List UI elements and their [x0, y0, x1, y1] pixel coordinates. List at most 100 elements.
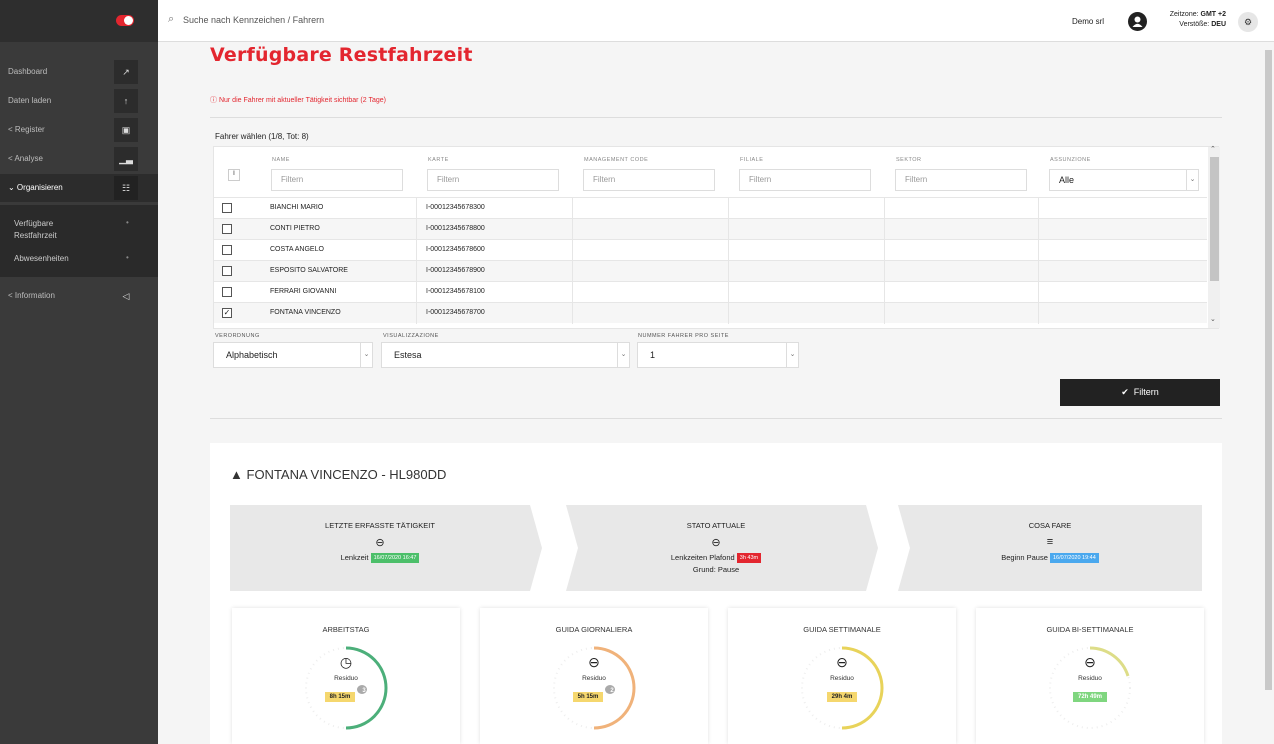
sidebar: Dashboard ↗ Daten laden ↑ < Register ▣ <…	[0, 0, 158, 744]
timezone-info: Zeitzone: GMT +2 Verstöße: DEU	[1156, 10, 1226, 30]
row-card: I-00012345678300	[426, 204, 485, 211]
submenu-item-restfahrzeit[interactable]: Verfügbare Restfahrzeit	[14, 218, 94, 242]
divider	[210, 418, 1222, 419]
gauge-guida-giornaliera: GUIDA GIORNALIERA ⊖ Residuo 5h 15m2	[480, 608, 708, 744]
row-card: I-00012345678800	[426, 225, 485, 232]
sitemap-icon: ☷	[114, 176, 138, 200]
table-row[interactable]: COSTA ANGELO I-00012345678600	[214, 239, 1207, 261]
gauge-title: ARBEITSTAG	[322, 625, 370, 634]
gauge-residual-label: Residuo	[1078, 675, 1102, 682]
settings-button[interactable]: ⚙	[1238, 12, 1258, 32]
view-label: VISUALIZZAZIONE	[383, 333, 439, 339]
column-header-management-code[interactable]: MANAGEMENT CODE	[584, 157, 648, 163]
chevron-up-icon[interactable]: ⌃	[1210, 145, 1216, 153]
filter-karte-input[interactable]: Filtern	[427, 169, 559, 191]
order-label: VERORDNUNG	[215, 333, 260, 339]
gauge-value: 5h 15m2	[480, 685, 708, 703]
page-scrollbar-thumb[interactable]	[1265, 50, 1272, 690]
row-checkbox-checked[interactable]: ✓	[222, 308, 232, 318]
driver-card: ▲ FONTANA VINCENZO - HL980DD LETZTE ERFA…	[210, 443, 1222, 744]
filter-sektor-input[interactable]: Filtern	[895, 169, 1027, 191]
sidebar-item-daten-laden[interactable]: Daten laden ↑	[0, 87, 158, 115]
row-checkbox[interactable]	[222, 266, 232, 276]
table-scrollbar[interactable]: ⌃ ⌄	[1208, 145, 1220, 328]
perpage-select[interactable]: 1 ⌄	[637, 342, 799, 368]
filter-assunzione-select[interactable]: Alle ⌄	[1049, 169, 1199, 191]
avatar[interactable]	[1128, 12, 1147, 31]
filter-button-label: Filtern	[1133, 387, 1159, 397]
sidebar-item-dashboard[interactable]: Dashboard ↗	[0, 58, 158, 86]
stage-line: Beginn Pause 16/07/2020 19:44	[898, 553, 1202, 564]
sidebar-submenu: Verfügbare Restfahrzeit • Abwesenheiten …	[0, 205, 158, 277]
gear-icon: ⚙	[1243, 16, 1253, 27]
row-card: I-00012345678600	[426, 246, 485, 253]
table-row[interactable]: FERRARI GIOVANNI I-00012345678100	[214, 281, 1207, 303]
stage-title: COSA FARE	[1028, 521, 1072, 530]
arrow-notch	[566, 505, 578, 591]
row-checkbox[interactable]	[222, 245, 232, 255]
filter-name-input[interactable]: Filtern	[271, 169, 403, 191]
order-select[interactable]: Alphabetisch ⌄	[213, 342, 373, 368]
user-name[interactable]: Demo srl	[1072, 17, 1104, 26]
notice: ⓘ Nur die Fahrer mit aktueller Tätigkeit…	[210, 95, 386, 105]
row-name: COSTA ANGELO	[270, 246, 324, 253]
driver-title: ▲ FONTANA VINCENZO - HL980DD	[230, 467, 446, 482]
gauge-value-badge: 72h 49m	[1072, 692, 1107, 702]
sidebar-item-organisieren[interactable]: ⌄ Organisieren ☷	[0, 174, 158, 202]
row-checkbox[interactable]	[222, 224, 232, 234]
gauge-count: 2	[605, 685, 616, 694]
select-all-checkbox[interactable]: I	[228, 169, 240, 181]
filter-button[interactable]: ✔ Filtern	[1060, 379, 1220, 406]
filter-management-code-input[interactable]: Filtern	[583, 169, 715, 191]
date-badge: 16/07/2020 16:47	[370, 553, 420, 564]
sidebar-item-register[interactable]: < Register ▣	[0, 116, 158, 144]
column-header-karte[interactable]: KARTE	[428, 157, 449, 163]
scrollbar-thumb[interactable]	[1210, 157, 1219, 281]
view-select[interactable]: Estesa ⌄	[381, 342, 630, 368]
filter-assunzione-value: Alle	[1059, 175, 1075, 185]
violations-value: DEU	[1211, 21, 1226, 28]
table-row[interactable]: BIANCHI MARIO I-00012345678300	[214, 197, 1207, 219]
table-row[interactable]: ESPOSITO SALVATORE I-00012345678900	[214, 260, 1207, 282]
book-icon: ▣	[114, 118, 138, 142]
table-row[interactable]: CONTI PIETRO I-00012345678800	[214, 218, 1207, 240]
stage-line: Lenkzeit 16/07/2020 16:47	[230, 553, 530, 564]
search-input[interactable]: Suche nach Kennzeichen / Fahrern	[183, 15, 324, 25]
column-header-filiale[interactable]: FILIALE	[740, 157, 763, 163]
theme-toggle[interactable]	[116, 15, 134, 26]
perpage-label: NUMMER FAHRER PRO SEITE	[638, 333, 729, 339]
perpage-value: 1	[650, 350, 656, 360]
table-row[interactable]: ✓ FONTANA VINCENZO I-00012345678700	[214, 302, 1207, 324]
sidebar-item-information[interactable]: < Information ◁	[0, 282, 158, 310]
search-icon: ⌕	[168, 13, 175, 25]
megaphone-icon: ◁	[122, 290, 130, 301]
column-header-sektor[interactable]: SEKTOR	[896, 157, 922, 163]
row-checkbox[interactable]	[222, 287, 232, 297]
row-checkbox[interactable]	[222, 203, 232, 213]
topbar: ⌕ Suche nach Kennzeichen / Fahrern Demo …	[158, 0, 1274, 42]
row-name: BIANCHI MARIO	[270, 204, 324, 211]
steering-wheel-icon: ⊖	[588, 654, 600, 670]
gauge-guida-settimanale: GUIDA SETTIMANALE ⊖ Residuo 29h 4m	[728, 608, 956, 744]
column-header-name[interactable]: NAME	[272, 157, 290, 163]
sidebar-item-label: < Analyse	[8, 154, 43, 163]
chevron-down-icon[interactable]: ⌄	[1210, 315, 1216, 323]
sidebar-item-label: Dashboard	[8, 67, 48, 76]
bullet-icon: •	[126, 218, 129, 227]
sidebar-item-analyse[interactable]: < Analyse ▁▃	[0, 145, 158, 173]
submenu-item-abwesenheiten[interactable]: Abwesenheiten	[14, 253, 69, 265]
bullet-icon: •	[126, 253, 129, 262]
stage-text: Beginn Pause	[1001, 553, 1048, 562]
driver-table: I NAME KARTE MANAGEMENT CODE FILIALE SEK…	[213, 145, 1220, 329]
stage-last-activity: LETZTE ERFASSTE TÄTIGKEIT ⊖ Lenkzeit 16/…	[230, 505, 530, 591]
filter-filiale-input[interactable]: Filtern	[739, 169, 871, 191]
sidebar-item-label: < Information	[8, 291, 55, 300]
row-name: CONTI PIETRO	[270, 225, 320, 232]
gauge-residual-label: Residuo	[830, 675, 854, 682]
column-header-assunzione[interactable]: ASSUNZIONE	[1050, 157, 1091, 163]
date-badge: 16/07/2020 19:44	[1049, 553, 1099, 564]
chevron-down-icon: ⌄	[1186, 170, 1198, 190]
divider	[210, 117, 1222, 118]
sidebar-item-label: Daten laden	[8, 96, 52, 105]
chevron-down-icon: ⌄	[786, 343, 798, 367]
